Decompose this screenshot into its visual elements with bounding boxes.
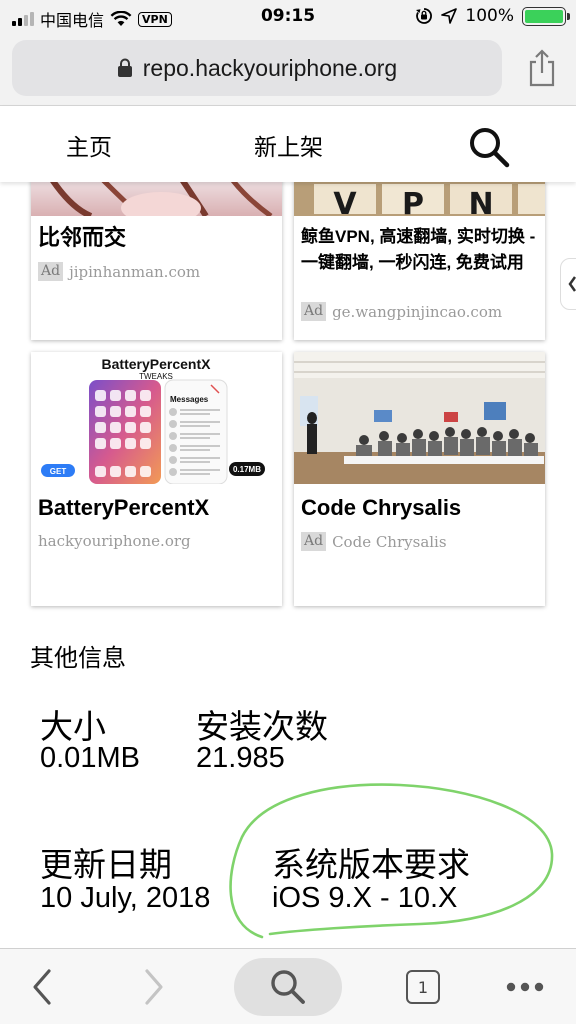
back-button[interactable] bbox=[22, 963, 62, 1011]
more-button[interactable] bbox=[500, 963, 550, 1011]
status-right: 100% bbox=[415, 6, 570, 26]
installs-label: 安装次数 bbox=[196, 707, 328, 746]
installs-value: 21.985 bbox=[196, 742, 285, 774]
app-card[interactable]: BatteryPercentX TWEAKS Messages GET 0.17… bbox=[31, 352, 282, 606]
chevron-left-icon bbox=[568, 276, 576, 292]
back-arrow-icon bbox=[33, 969, 51, 1005]
status-bar: 中国电信 VPN 09:15 100% bbox=[0, 0, 576, 34]
card-source: Ad jipinhanman.com bbox=[38, 262, 200, 281]
toolbar-search-button[interactable] bbox=[234, 958, 342, 1016]
source-domain: ge.wangpinjincao.com bbox=[332, 302, 503, 321]
url-text: repo.hackyouriphone.org bbox=[142, 54, 398, 81]
forward-button[interactable] bbox=[134, 963, 174, 1011]
search-icon[interactable] bbox=[466, 124, 512, 170]
ad-card[interactable]: 比邻而交 Ad jipinhanman.com bbox=[31, 182, 282, 340]
section-heading: 其他信息 bbox=[30, 644, 126, 672]
ad-card[interactable]: Code Chrysalis Ad Code Chrysalis bbox=[294, 352, 545, 606]
source-domain: Code Chrysalis bbox=[332, 532, 447, 551]
card-title: 比邻而交 bbox=[38, 225, 127, 250]
vpn-letter: V bbox=[333, 187, 357, 216]
ad-image bbox=[294, 352, 545, 484]
requirement-label: 系统版本要求 bbox=[272, 845, 470, 884]
page-content: 比邻而交 Ad jipinhanman.com V P N 鲸鱼VPN, 高速翻… bbox=[0, 182, 576, 948]
app-image: BatteryPercentX TWEAKS Messages GET 0.17… bbox=[31, 352, 282, 484]
rotation-lock-icon bbox=[416, 8, 433, 24]
address-bar[interactable]: repo.hackyouriphone.org bbox=[12, 40, 502, 96]
search-icon bbox=[271, 970, 305, 1004]
tab-count: 1 bbox=[406, 970, 440, 1004]
card-title: 鲸鱼VPN, 高速翻墙, 实时切换 - 一键翻墙, 一秒闪连, 免费试用 bbox=[301, 227, 536, 272]
promo-title: BatteryPercentX bbox=[102, 356, 212, 372]
size-label: 大小 bbox=[40, 707, 106, 746]
site-navigation: 主页 新上架 bbox=[0, 106, 576, 182]
ad-image: V P N bbox=[294, 182, 545, 216]
battery-icon bbox=[522, 6, 570, 26]
nav-home[interactable]: 主页 bbox=[66, 128, 112, 162]
source-domain: jipinhanman.com bbox=[69, 262, 201, 281]
card-source: Ad ge.wangpinjincao.com bbox=[301, 302, 502, 321]
battery-percent: 100% bbox=[465, 6, 514, 26]
updated-label: 更新日期 bbox=[40, 845, 172, 884]
ad-badge: Ad bbox=[301, 302, 327, 321]
size-value: 0.01MB bbox=[40, 742, 140, 774]
tabs-button[interactable]: 1 bbox=[403, 963, 443, 1011]
card-title: BatteryPercentX bbox=[38, 495, 210, 520]
ad-card[interactable]: V P N 鲸鱼VPN, 高速翻墙, 实时切换 - 一键翻墙, 一秒闪连, 免费… bbox=[294, 182, 545, 340]
ad-badge: Ad bbox=[38, 262, 64, 281]
card-source: Ad Code Chrysalis bbox=[301, 532, 447, 551]
side-pull-tab[interactable] bbox=[560, 258, 576, 310]
updated-value: 10 July, 2018 bbox=[40, 882, 211, 914]
requirement-value: iOS 9.X - 10.X bbox=[272, 882, 458, 914]
messages-title: Messages bbox=[170, 395, 209, 404]
source-domain: hackyouriphone.org bbox=[38, 532, 191, 550]
ad-badge: Ad bbox=[301, 532, 327, 551]
promo-subtitle: TWEAKS bbox=[139, 372, 173, 381]
more-dots-icon bbox=[506, 982, 544, 992]
browser-toolbar: 1 bbox=[0, 948, 576, 1024]
card-title: Code Chrysalis bbox=[301, 495, 462, 520]
vpn-letter: P bbox=[402, 187, 424, 216]
location-arrow-icon bbox=[441, 8, 458, 24]
size-badge: 0.17MB bbox=[233, 465, 261, 474]
ad-image bbox=[31, 182, 282, 216]
lock-icon bbox=[117, 58, 132, 77]
nav-new-arrivals[interactable]: 新上架 bbox=[254, 128, 323, 162]
share-icon[interactable] bbox=[524, 48, 560, 88]
vpn-letter: N bbox=[468, 187, 493, 216]
card-source: hackyouriphone.org bbox=[38, 532, 191, 550]
get-button: GET bbox=[50, 467, 67, 476]
forward-arrow-icon bbox=[145, 969, 163, 1005]
browser-address-area: repo.hackyouriphone.org bbox=[0, 34, 576, 106]
